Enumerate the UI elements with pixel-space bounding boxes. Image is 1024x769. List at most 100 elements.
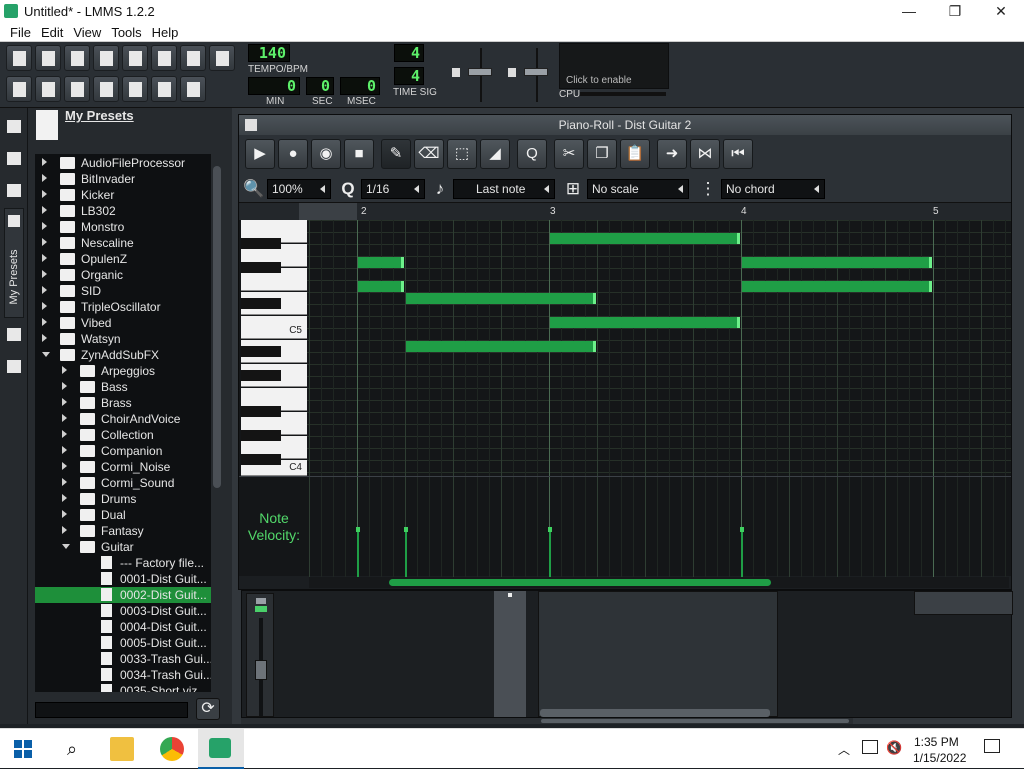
tree-folder-item[interactable]: LB302 — [35, 203, 211, 219]
tree-folder-item[interactable]: Companion — [35, 443, 211, 459]
tree-preset-item[interactable]: 0003-Dist Guit... — [35, 603, 211, 619]
note-grid[interactable] — [307, 220, 1011, 476]
menu-edit[interactable]: Edit — [36, 24, 68, 40]
tree-preset-item[interactable]: 0004-Dist Guit... — [35, 619, 211, 635]
piano-key-c5[interactable]: C5 — [241, 316, 307, 339]
taskbar-time[interactable]: 1:35 PM — [914, 735, 959, 749]
select-mode-button[interactable]: ⬚ — [447, 139, 477, 169]
piano-roll-note[interactable] — [550, 317, 740, 328]
loop-points-button[interactable]: ⋈ — [690, 139, 720, 169]
instrument-plugins-icon[interactable] — [7, 120, 21, 133]
fx-mixer-button[interactable] — [122, 76, 148, 102]
note-resize-handle[interactable] — [401, 257, 404, 268]
tree-folder-item[interactable]: OpulenZ — [35, 251, 211, 267]
chevron-right-icon[interactable] — [42, 254, 47, 262]
add-effect-button[interactable] — [540, 709, 770, 717]
cut-button[interactable]: ✂ — [554, 139, 584, 169]
tree-preset-item[interactable]: 0034-Trash Gui... — [35, 667, 211, 683]
play-button[interactable]: ▶ — [245, 139, 275, 169]
export-button[interactable] — [151, 45, 177, 71]
chord-combo[interactable]: No chord — [721, 179, 825, 199]
chevron-right-icon[interactable] — [62, 446, 67, 454]
zoom-combo[interactable]: 100% — [267, 179, 331, 199]
note-editing-area[interactable]: C5 C4 — [239, 220, 1011, 476]
lmms-taskbar-button[interactable] — [198, 729, 244, 769]
chevron-right-icon[interactable] — [62, 510, 67, 518]
piano-keyboard[interactable]: C5 C4 — [241, 220, 307, 476]
tree-folder-item[interactable]: Cormi_Sound — [35, 475, 211, 491]
piano-key-black[interactable] — [241, 262, 281, 273]
note-resize-handle[interactable] — [593, 293, 596, 304]
tree-folder-item[interactable]: Monstro — [35, 219, 211, 235]
velocity-editor[interactable]: Note Velocity: — [239, 476, 1011, 577]
piano-roll-note[interactable] — [406, 341, 596, 352]
chevron-right-icon[interactable] — [62, 398, 67, 406]
piano-roll-timeline[interactable]: 2 3 4 5 — [239, 203, 1011, 220]
time-sig-numerator[interactable]: 4 — [394, 44, 424, 62]
chevron-right-icon[interactable] — [62, 366, 67, 374]
chevron-right-icon[interactable] — [62, 414, 67, 422]
whats-this-button[interactable] — [180, 45, 206, 71]
minimize-button[interactable]: — — [886, 0, 932, 24]
chevron-right-icon[interactable] — [42, 158, 47, 166]
file-explorer-icon[interactable] — [110, 737, 134, 761]
tree-folder-item[interactable]: TripleOscillator — [35, 299, 211, 315]
tempo-display[interactable]: 140 — [248, 44, 290, 62]
piano-roll-note[interactable] — [358, 281, 404, 292]
menu-tools[interactable]: Tools — [106, 24, 146, 40]
tree-preset-item[interactable]: 0035-Short viz... — [35, 683, 211, 692]
recent-projects-button[interactable] — [93, 45, 119, 71]
chevron-right-icon[interactable] — [42, 286, 47, 294]
piano-key-black[interactable] — [241, 430, 281, 441]
piano-roll-note[interactable] — [358, 257, 404, 268]
chevron-right-icon[interactable] — [62, 494, 67, 502]
maximize-button[interactable]: ❐ — [932, 0, 978, 24]
note-resize-handle[interactable] — [737, 317, 740, 328]
note-resize-handle[interactable] — [737, 233, 740, 244]
draw-mode-button[interactable]: ✎ — [381, 139, 411, 169]
chrome-icon[interactable] — [160, 737, 184, 761]
tree-preset-item[interactable]: 0001-Dist Guit... — [35, 571, 211, 587]
stop-button[interactable]: ■ — [344, 139, 374, 169]
tree-preset-item[interactable]: 0033-Trash Gui... — [35, 651, 211, 667]
piano-roll-button[interactable] — [64, 76, 90, 102]
copy-button[interactable]: ❐ — [587, 139, 617, 169]
piano-roll-note[interactable] — [742, 281, 932, 292]
tree-preset-item[interactable]: 0005-Dist Guit... — [35, 635, 211, 651]
tree-folder-item[interactable]: ZynAddSubFX — [35, 347, 211, 363]
tree-folder-item[interactable]: Collection — [35, 427, 211, 443]
note-length-combo[interactable]: Last note — [453, 179, 555, 199]
velocity-handle[interactable] — [548, 527, 552, 532]
piano-roll-hscrollbar[interactable] — [309, 577, 1009, 588]
root-directory-icon[interactable] — [7, 360, 21, 373]
piano-roll-note[interactable] — [742, 257, 932, 268]
close-button[interactable]: ✕ — [978, 0, 1024, 24]
menu-file[interactable]: File — [0, 24, 36, 40]
piano-key-black[interactable] — [241, 406, 281, 417]
new-project-button[interactable] — [6, 45, 32, 71]
note-resize-handle[interactable] — [593, 341, 596, 352]
erase-mode-button[interactable]: ⌫ — [414, 139, 444, 169]
chevron-right-icon[interactable] — [42, 334, 47, 342]
menu-view[interactable]: View — [68, 24, 106, 40]
menu-help[interactable]: Help — [147, 24, 184, 40]
chevron-right-icon[interactable] — [62, 382, 67, 390]
tree-folder-item[interactable]: Vibed — [35, 315, 211, 331]
piano-key-black[interactable] — [241, 298, 281, 309]
master-channel-strip[interactable] — [246, 593, 274, 717]
chevron-right-icon[interactable] — [42, 190, 47, 198]
quantize-combo[interactable]: 1/16 — [361, 179, 425, 199]
workspace-hscroll-thumb[interactable] — [541, 719, 849, 723]
tree-folder-item[interactable]: Nescaline — [35, 235, 211, 251]
tab-my-presets[interactable]: My Presets — [4, 208, 24, 318]
tree-scrollbar[interactable] — [213, 166, 221, 488]
chevron-right-icon[interactable] — [42, 174, 47, 182]
stop-behaviour-button[interactable]: ⏮ — [723, 139, 753, 169]
tree-folder-item[interactable]: Drums — [35, 491, 211, 507]
song-editor-button[interactable] — [6, 76, 32, 102]
tree-folder-item[interactable]: Cormi_Noise — [35, 459, 211, 475]
tree-folder-item[interactable]: Organic — [35, 267, 211, 283]
save-project-button[interactable] — [122, 45, 148, 71]
tree-folder-item[interactable]: Fantasy — [35, 523, 211, 539]
chevron-right-icon[interactable] — [42, 302, 47, 310]
